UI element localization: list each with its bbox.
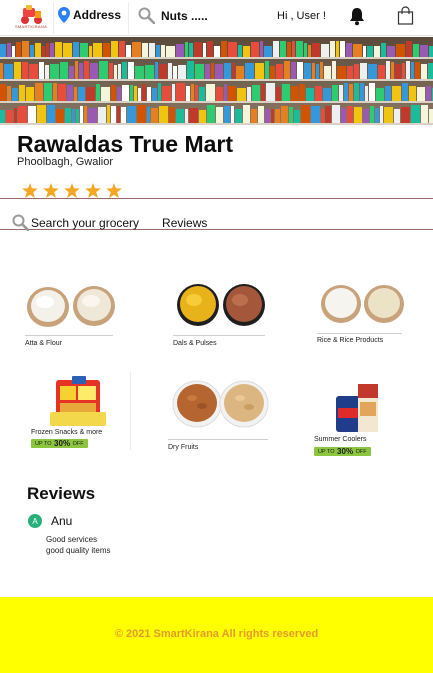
avatar: A [28,514,42,528]
copyright-text: © 2021 SmartKirana All rights reserved [114,628,319,640]
store-rating [22,183,122,198]
category-label: Rice & Rice Products [317,337,384,344]
cart-button[interactable] [397,6,414,30]
offer-suffix: OFF [355,448,367,455]
shopping-bag-icon [397,6,414,25]
header-divider [128,2,129,34]
offer-value: 30% [54,439,71,448]
star-icon [85,183,101,198]
category-dry-fruits[interactable]: Dry Fruits [166,380,276,456]
reviews-heading: Reviews [27,484,96,503]
category-underline [168,439,268,440]
offer-prefix: UP TO [318,448,335,455]
store-location: Phoolbagh, Gwalior [17,156,114,168]
header-divider [53,2,54,34]
dry-fruits-bowls-image [172,380,269,428]
bell-icon [350,8,364,26]
category-rice-products[interactable]: Rice & Rice Products [314,282,414,350]
search-query-text: Nuts ..... [161,8,208,23]
category-label: Atta & Flour [25,340,62,347]
location-pin-icon [58,7,70,23]
offer-suffix: OFF [72,440,84,447]
review-line: Good services [46,535,98,544]
reviewer-name: Anu [51,514,73,528]
address-selector[interactable]: Address [58,7,121,23]
store-tabs: Search your grocery Reviews [12,214,207,231]
review-text: Good services good quality items [46,534,110,556]
offer-badge: UP TO 30% OFF [31,439,88,448]
category-underline [25,335,113,336]
search-icon [138,7,155,24]
logo-text: SMARTKIRANA [14,24,48,29]
category-frozen-snacks[interactable]: Frozen Snacks & more UP TO 30% OFF [28,372,128,452]
tile-divider [130,372,131,450]
star-icon [106,183,122,198]
offer-value: 30% [337,447,354,456]
search-icon [12,214,29,231]
header-search[interactable]: Nuts ..... [138,7,208,24]
offer-badge: UP TO 30% OFF [314,447,371,456]
dals-bowls-image [177,284,265,326]
footer: © 2021 SmartKirana All rights reserved [0,597,433,673]
category-label: Frozen Snacks & more [31,429,103,436]
category-label: Summer Coolers [314,436,367,443]
address-label: Address [73,8,122,22]
offer-prefix: UP TO [35,440,52,447]
star-icon [22,183,38,198]
rice-bowls-image [321,285,404,323]
user-greeting[interactable]: Hi , User ! [277,10,326,22]
tab-reviews[interactable]: Reviews [162,216,207,230]
notifications-button[interactable] [347,6,367,31]
category-underline [317,333,402,334]
tab-search-label: Search your grocery [31,215,140,230]
top-header: SMARTKIRANA Address Nuts ..... Hi , User… [0,0,433,36]
scooter-logo-icon [21,5,42,24]
star-icon [64,183,80,198]
review-line: good quality items [46,546,111,555]
category-label: Dry Fruits [168,444,199,451]
category-underline [173,335,265,336]
store-name: Rawaldas True Mart [17,131,234,157]
category-dals-pulses[interactable]: Dals & Pulses [170,282,280,352]
smartkirana-logo[interactable]: SMARTKIRANA [14,3,48,31]
divider-line [0,198,433,199]
store-banner-image [0,37,433,125]
tab-search-grocery[interactable]: Search your grocery [12,214,139,231]
star-icon [43,183,59,198]
category-label: Dals & Pulses [173,340,217,347]
flour-bowls-image [27,286,115,327]
frozen-snacks-image [50,376,106,426]
category-atta-flour[interactable]: Atta & Flour [22,282,122,352]
summer-coolers-image [336,384,378,432]
category-summer-coolers[interactable]: Summer Coolers UP TO 30% OFF [312,380,412,460]
